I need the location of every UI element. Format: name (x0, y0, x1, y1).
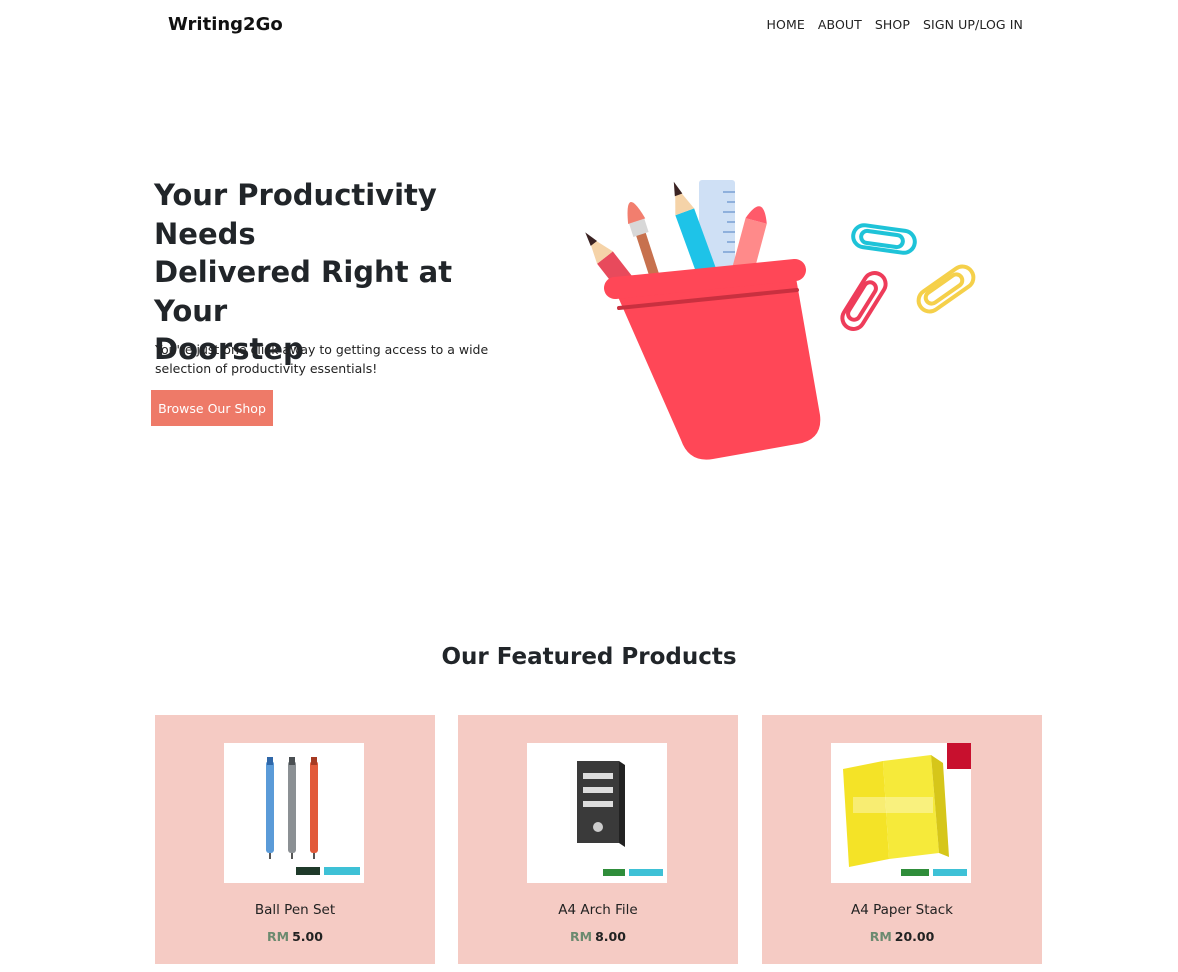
browse-shop-button[interactable]: Browse Our Shop (151, 390, 273, 426)
nav-home[interactable]: HOME (767, 17, 805, 32)
price-value: 5.00 (292, 929, 323, 944)
hero-subtitle: You're just one click away to getting ac… (155, 342, 489, 376)
product-price: RM 5.00 (155, 929, 435, 944)
price-currency: RM (869, 929, 892, 944)
product-price: RM 8.00 (458, 929, 738, 944)
product-card-a4-paper-stack[interactable]: A4 Paper Stack RM 20.00 (762, 715, 1042, 964)
featured-products-title: Our Featured Products (441, 644, 737, 670)
product-card-ball-pen-set[interactable]: Ball Pen Set RM 5.00 (155, 715, 435, 964)
hero-title-line: Delivered Right at Your (154, 255, 453, 328)
paperclip-icon (840, 223, 976, 331)
nav-shop[interactable]: SHOP (875, 17, 910, 32)
product-name[interactable]: Ball Pen Set (155, 902, 435, 918)
ball-pen-set-image[interactable] (224, 743, 364, 883)
cup-icon (604, 259, 821, 460)
price-value: 8.00 (595, 929, 626, 944)
nav-about[interactable]: ABOUT (818, 17, 862, 32)
paper-stack-graphic (843, 743, 971, 876)
hero-title-line: Your Productivity (154, 178, 437, 212)
pens-graphic (266, 757, 360, 875)
brand-logo[interactable]: Writing2Go (168, 14, 283, 35)
price-currency: RM (267, 929, 290, 944)
nav-signup-login[interactable]: SIGN UP/LOG IN (923, 17, 1023, 32)
price-value: 20.00 (894, 929, 935, 944)
red-pen-icon (310, 757, 318, 859)
hero-title-line: Needs (154, 216, 256, 251)
a4-arch-file-image[interactable] (527, 743, 667, 883)
product-card-a4-arch-file[interactable]: A4 Arch File RM 8.00 (458, 715, 738, 964)
grey-pen-icon (288, 757, 296, 859)
blue-pen-icon (266, 757, 274, 859)
main-nav: HOME ABOUT SHOP SIGN UP/LOG IN (767, 17, 1023, 32)
product-price: RM 20.00 (762, 929, 1042, 944)
bulk-sale-badge (947, 743, 971, 769)
product-name[interactable]: A4 Arch File (458, 902, 738, 918)
price-currency: RM (570, 929, 593, 944)
pencil-cup-and-paperclips-illustration (585, 180, 976, 460)
a4-paper-stack-image[interactable] (831, 743, 971, 883)
product-name[interactable]: A4 Paper Stack (762, 902, 1042, 918)
arch-file-graphic (577, 761, 663, 876)
